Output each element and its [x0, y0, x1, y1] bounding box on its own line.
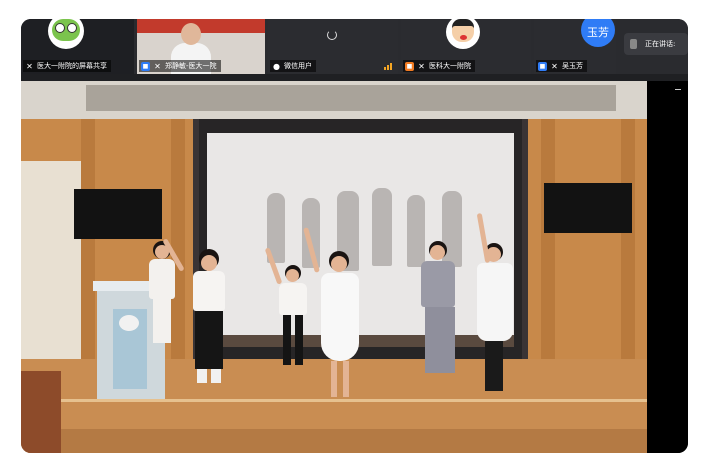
participant-name: ■ ✕ 吴玉芳: [536, 60, 587, 72]
cartoon-avatar-icon: [446, 19, 480, 49]
video-side-panel: [647, 81, 688, 453]
participant-name: ● 微信用户: [270, 60, 316, 72]
host-badge-icon: ■: [538, 61, 547, 71]
participant-tile-wu-yufang[interactable]: 玉芳 ■ ✕ 吴玉芳: [534, 19, 616, 74]
speaking-label: 正在讲话:: [645, 40, 676, 48]
tv-left: [74, 189, 162, 239]
mic-muted-icon: ✕: [551, 61, 558, 71]
participant-name: ■ ✕ 郑静敏-医大一院: [139, 60, 221, 72]
meeting-window: ✕ 医大一附院的屏幕共享 ■ ✕ 郑静敏-医大一院 ● 微信用户 ■ ✕ 医科大…: [21, 19, 688, 453]
participant-tile-screen-share[interactable]: ✕ 医大一附院的屏幕共享: [21, 19, 134, 74]
frog-avatar-icon: [48, 19, 84, 49]
shared-screen-video[interactable]: [21, 81, 647, 453]
mic-muted-icon: ✕: [154, 61, 161, 71]
signal-strength-icon: [384, 63, 392, 70]
avatar: 玉芳: [581, 19, 615, 47]
participant-tile-wechat-user[interactable]: ● 微信用户: [268, 19, 398, 74]
participant-strip: ✕ 医大一附院的屏幕共享 ■ ✕ 郑静敏-医大一院 ● 微信用户 ■ ✕ 医科大…: [21, 19, 688, 74]
mic-muted-icon: ✕: [26, 61, 33, 71]
participant-tile-host[interactable]: ■ ✕ 郑静敏-医大一院: [137, 19, 265, 74]
loading-spinner-icon: [327, 30, 337, 40]
host-badge-icon: ■: [141, 61, 150, 71]
participant-name: ✕ 医大一附院的屏幕共享: [23, 60, 111, 72]
speaking-indicator: 正在讲话:: [624, 33, 688, 55]
mic-icon: ●: [273, 61, 280, 71]
mic-muted-icon: ✕: [418, 61, 425, 71]
participant-tile-cohost[interactable]: ■ ✕ 医科大一附院: [401, 19, 531, 74]
cohost-badge-icon: ■: [405, 61, 414, 71]
minimize-icon[interactable]: [675, 89, 681, 90]
mic-icon: [630, 39, 637, 49]
tv-right: [544, 183, 632, 233]
participant-name: ■ ✕ 医科大一附院: [403, 60, 475, 72]
